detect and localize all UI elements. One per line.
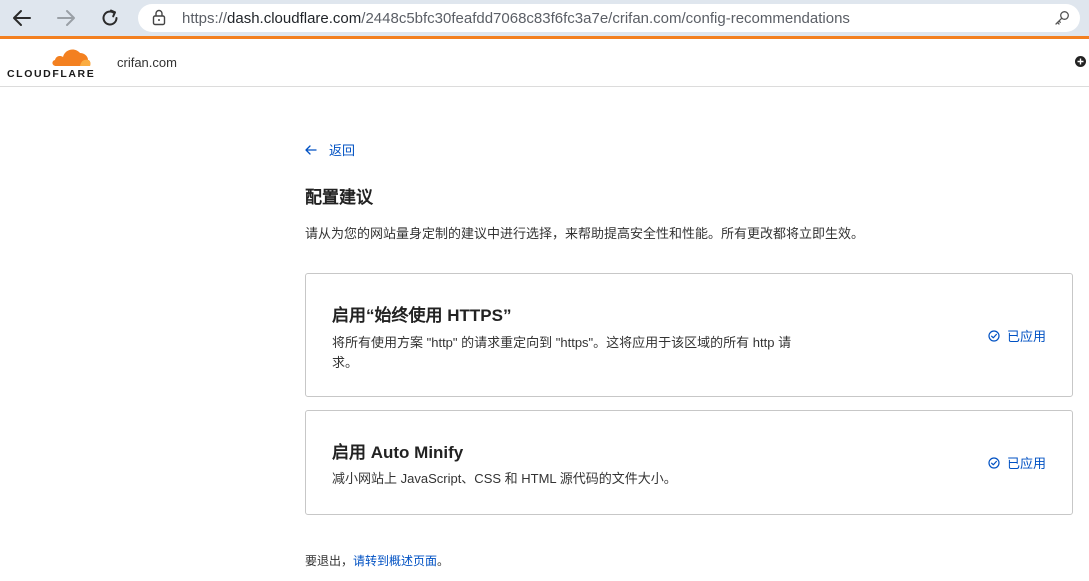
key-icon[interactable] xyxy=(1054,10,1070,26)
exit-hint-prefix: 要退出， xyxy=(305,554,354,568)
arrow-left-icon xyxy=(13,10,31,26)
url-path: /2448c5bfc30feafdd7068c83f6fc3a7e/crifan… xyxy=(361,10,850,27)
cloud-logo-icon xyxy=(52,49,91,66)
card-description: 将所有使用方案 "http" 的请求重定向到 "https"。这将应用于该区域的… xyxy=(332,335,792,370)
exit-hint: 要退出，请转到概述页面。 xyxy=(305,552,449,569)
browser-toolbar: https://dash.cloudflare.com/2448c5bfc30f… xyxy=(0,0,1089,36)
exit-hint-suffix: 。 xyxy=(437,554,450,568)
applied-status-label: 已应用 xyxy=(1006,329,1046,344)
page-description: 请从为您的网站量身定制的建议中进行选择，来帮助提高安全性和性能。所有更改都将立即… xyxy=(305,226,865,241)
check-circle-icon xyxy=(988,329,1000,342)
add-circle-icon[interactable] xyxy=(1075,56,1086,67)
back-link[interactable]: 返回 xyxy=(305,140,355,159)
check-circle-icon xyxy=(988,456,1000,469)
address-bar[interactable]: https://dash.cloudflare.com/2448c5bfc30f… xyxy=(138,4,1080,32)
applied-status: 已应用 xyxy=(988,453,1046,472)
browser-back-button[interactable] xyxy=(9,5,35,31)
app-header: CLOUDFLARE crifan.com xyxy=(0,39,1089,87)
applied-status-label: 已应用 xyxy=(1006,456,1046,471)
site-name[interactable]: crifan.com xyxy=(117,55,177,70)
card-title: 启用“始终使用 HTTPS” xyxy=(332,306,512,325)
browser-forward-button[interactable] xyxy=(53,5,79,31)
url-text[interactable]: https://dash.cloudflare.com/2448c5bfc30f… xyxy=(182,10,850,27)
overview-page-link[interactable]: 请转到概述页面 xyxy=(353,554,437,568)
cloudflare-logo[interactable]: CLOUDFLARE xyxy=(7,46,96,80)
arrow-right-icon xyxy=(57,10,75,26)
lock-icon xyxy=(152,9,166,26)
recommendation-card-auto-minify: 启用 Auto Minify 减小网站上 JavaScript、CSS 和 HT… xyxy=(305,410,1073,515)
reload-icon xyxy=(102,9,118,26)
applied-status: 已应用 xyxy=(988,326,1046,345)
back-link-label: 返回 xyxy=(329,143,356,158)
card-description: 减小网站上 JavaScript、CSS 和 HTML 源代码的文件大小。 xyxy=(332,471,677,486)
url-host: dash.cloudflare.com xyxy=(227,10,362,27)
browser-reload-button[interactable] xyxy=(97,5,123,31)
arrow-left-icon xyxy=(305,144,317,155)
card-title: 启用 Auto Minify xyxy=(332,443,464,462)
page-title: 配置建议 xyxy=(305,188,373,207)
url-scheme: https:// xyxy=(182,10,228,27)
logo-wordmark: CLOUDFLARE xyxy=(7,68,96,80)
recommendation-card-always-https: 启用“始终使用 HTTPS” 将所有使用方案 "http" 的请求重定向到 "h… xyxy=(305,273,1073,397)
